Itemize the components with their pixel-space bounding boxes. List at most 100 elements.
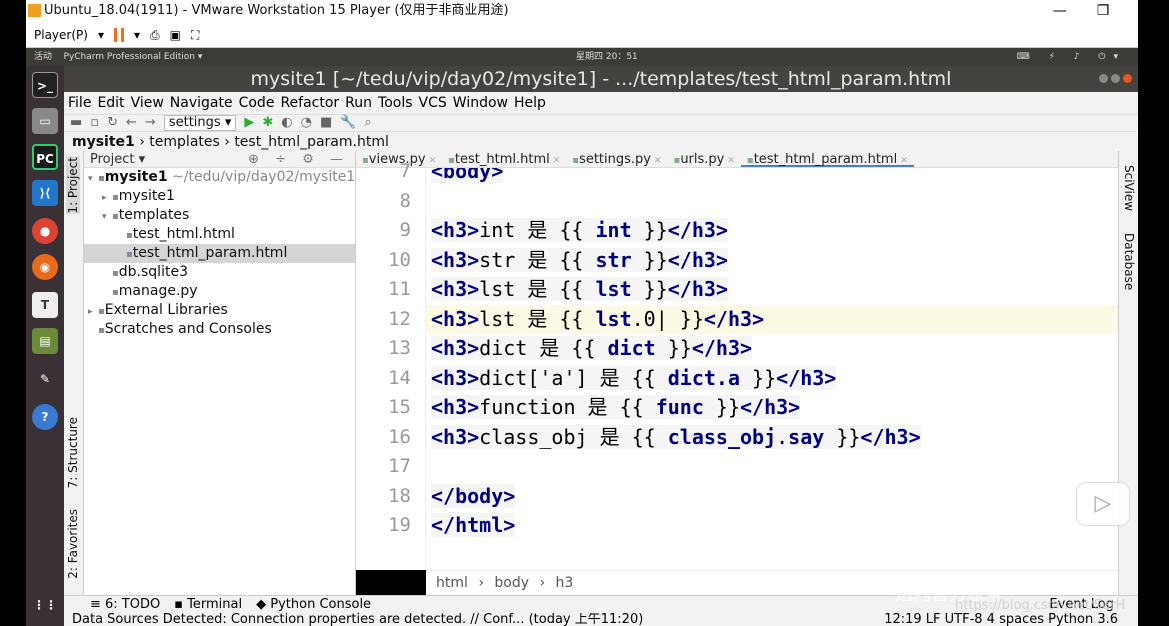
pycharm-icon[interactable]: PC — [32, 144, 58, 170]
code-line[interactable]: <body> — [426, 168, 1118, 187]
stop-icon[interactable]: ■ — [320, 115, 332, 131]
tab-python-console[interactable]: ◆ Python Console — [256, 596, 371, 613]
editor-tab[interactable]: ▪settings.py ✕ — [566, 151, 667, 167]
menu-edit[interactable]: Edit — [97, 92, 124, 114]
menu-refactor[interactable]: Refactor — [280, 92, 339, 114]
debug-icon[interactable]: ✱ — [262, 115, 273, 131]
maximize-button[interactable]: ❐ — [1097, 0, 1110, 22]
run-config-select[interactable]: settings ▾ — [163, 115, 237, 131]
tree-item[interactable]: ▸ ▪mysite1 — [84, 187, 355, 206]
pause-icon[interactable] — [113, 27, 124, 42]
menu-window[interactable]: Window — [453, 92, 508, 114]
panel-actions[interactable]: ⊕ ÷ ⚙ — — [248, 151, 349, 168]
code-line[interactable]: <h3>class_obj 是 {{ class_obj.say }}</h3> — [426, 423, 1118, 453]
status-message[interactable]: Data Sources Detected: Connection proper… — [72, 613, 643, 626]
editor-tab[interactable]: ▪test_html.html ✕ — [442, 151, 566, 167]
code-line[interactable]: <h3>lst 是 {{ lst.0| }}</h3> — [426, 304, 1118, 334]
menu-view[interactable]: View — [131, 92, 164, 114]
tab-project[interactable]: 1: Project — [66, 157, 80, 214]
close-tab-icon[interactable]: ✕ — [553, 156, 561, 166]
tree-item[interactable]: ▪Scratches and Consoles — [84, 320, 355, 339]
tab-favorites[interactable]: 2: Favorites — [66, 509, 80, 579]
tree-item[interactable]: ▪test_html.html — [84, 225, 355, 244]
minimize-button[interactable]: — — [1053, 0, 1067, 22]
pen-icon[interactable]: ✎ — [32, 366, 58, 392]
code-editor[interactable]: <body> <h3>int 是 {{ int }}</h3> <h3>str 是 … — [426, 168, 1118, 570]
terminal-icon[interactable]: >_ — [32, 72, 58, 98]
tree-item[interactable]: ▪db.sqlite3 — [84, 263, 355, 282]
tree-item[interactable]: ▾ ▪templates — [84, 206, 355, 225]
back-icon[interactable]: ← — [126, 115, 137, 131]
close-tab-icon[interactable]: ✕ — [900, 156, 908, 166]
system-tray-icons[interactable]: ⌨ ⚡ ♪ ⏻▾ — [1017, 48, 1126, 66]
show-apps-icon[interactable]: ⋮⋮ — [32, 592, 58, 618]
code-line[interactable]: </body> — [426, 482, 1118, 512]
code-line[interactable]: <h3>function 是 {{ func }}</h3> — [426, 393, 1118, 423]
menu-run[interactable]: Run — [345, 92, 372, 114]
tree-item[interactable]: ▾ ▪mysite1 ~/tedu/vip/day02/mysite1 — [84, 168, 355, 187]
editor-tab[interactable]: ▪urls.py ✕ — [668, 151, 741, 167]
editor-tab[interactable]: ▪test_html_param.html ✕ — [740, 151, 914, 167]
project-view-select[interactable]: Project ▾ — [90, 152, 145, 167]
activities-button[interactable]: 活动 — [34, 52, 52, 62]
code-line[interactable]: <h3>str 是 {{ str }}</h3> — [426, 246, 1118, 276]
crumb-file[interactable]: test_html_param.html — [234, 134, 389, 150]
menu-code[interactable]: Code — [239, 92, 275, 114]
run-icon[interactable]: ▶ — [244, 115, 254, 131]
fullscreen-icon[interactable]: ⛶ — [191, 23, 199, 47]
crumb-project[interactable]: mysite1 — [72, 134, 135, 150]
code-line[interactable] — [426, 187, 1118, 217]
help-icon[interactable]: ? — [32, 404, 58, 430]
tree-item[interactable]: ▸ ▪External Libraries — [84, 301, 355, 320]
firefox-icon[interactable]: ◉ — [32, 254, 58, 280]
coverage-icon[interactable]: ◐ — [281, 115, 292, 131]
menu-file[interactable]: File — [68, 92, 91, 114]
code-line[interactable]: <h3>dict['a'] 是 {{ dict.a }}</h3> — [426, 364, 1118, 394]
files-icon[interactable]: ▭ — [32, 108, 58, 134]
player-menu[interactable]: Player(P) — [34, 23, 88, 47]
menu-vcs[interactable]: VCS — [419, 92, 447, 114]
code-line[interactable]: </html> — [426, 511, 1118, 541]
app-menu[interactable]: PyCharm Professional Edition ▾ — [63, 52, 202, 62]
book-icon[interactable]: ▤ — [32, 328, 58, 354]
code-line[interactable]: <h3>int 是 {{ int }}</h3> — [426, 216, 1118, 246]
close-tab-icon[interactable]: ✕ — [654, 156, 662, 166]
save-icon[interactable]: ▫ — [90, 115, 99, 131]
clock[interactable]: 星期四 20：51 — [576, 48, 638, 66]
code-line[interactable]: <h3>dict 是 {{ dict }}</h3> — [426, 334, 1118, 364]
expand-arrow-icon[interactable]: ▾ — [102, 208, 112, 227]
navigation-breadcrumb: mysite1 › templates › test_html_param.ht… — [64, 131, 1138, 151]
tab-terminal[interactable]: ▪ Terminal — [174, 596, 242, 613]
tab-database[interactable]: Database — [1122, 233, 1136, 290]
search-icon[interactable]: ⌕ — [364, 115, 371, 131]
forward-icon[interactable]: → — [145, 115, 156, 131]
menu-help[interactable]: Help — [514, 92, 546, 114]
close-tab-icon[interactable]: ✕ — [429, 156, 437, 166]
code-line[interactable]: <h3>lst 是 {{ lst }}</h3> — [426, 275, 1118, 305]
menu-navigate[interactable]: Navigate — [170, 92, 233, 114]
vscode-icon[interactable]: ⟩⟨ — [32, 180, 58, 206]
tab-todo[interactable]: ≡ 6: TODO — [90, 596, 160, 613]
expand-arrow-icon[interactable]: ▾ — [88, 170, 98, 189]
send-ctrl-alt-del-icon[interactable]: ⎙ — [150, 23, 160, 47]
window-buttons[interactable] — [1099, 74, 1132, 83]
sync-icon[interactable]: ↻ — [107, 115, 118, 131]
settings-wrench-icon[interactable]: 🔧 — [340, 115, 356, 131]
video-play-button[interactable]: ▷ — [1076, 482, 1130, 526]
code-line[interactable] — [426, 452, 1118, 482]
tree-item[interactable]: ▪manage.py — [84, 282, 355, 301]
profile-icon[interactable]: ◔ — [301, 115, 312, 131]
open-icon[interactable]: ▬ — [70, 115, 82, 131]
unity-icon[interactable]: ▣ — [170, 23, 181, 47]
tree-item[interactable]: ▪test_html_param.html — [84, 244, 355, 263]
menu-tools[interactable]: Tools — [378, 92, 413, 114]
crumb-folder[interactable]: templates — [149, 134, 220, 150]
tab-sciview[interactable]: SciView — [1122, 165, 1136, 211]
tab-structure[interactable]: 7: Structure — [66, 417, 80, 488]
typora-icon[interactable]: T — [32, 292, 58, 318]
status-indicators[interactable]: 12:19 LF UTF-8 4 spaces Python 3.6 — [884, 613, 1118, 626]
close-tab-icon[interactable]: ✕ — [727, 156, 735, 166]
close-button[interactable]: ✕ — [1139, 0, 1151, 22]
chrome-icon[interactable]: ● — [32, 218, 58, 244]
editor-breadcrumb[interactable]: html › body › h3 — [426, 570, 1118, 595]
